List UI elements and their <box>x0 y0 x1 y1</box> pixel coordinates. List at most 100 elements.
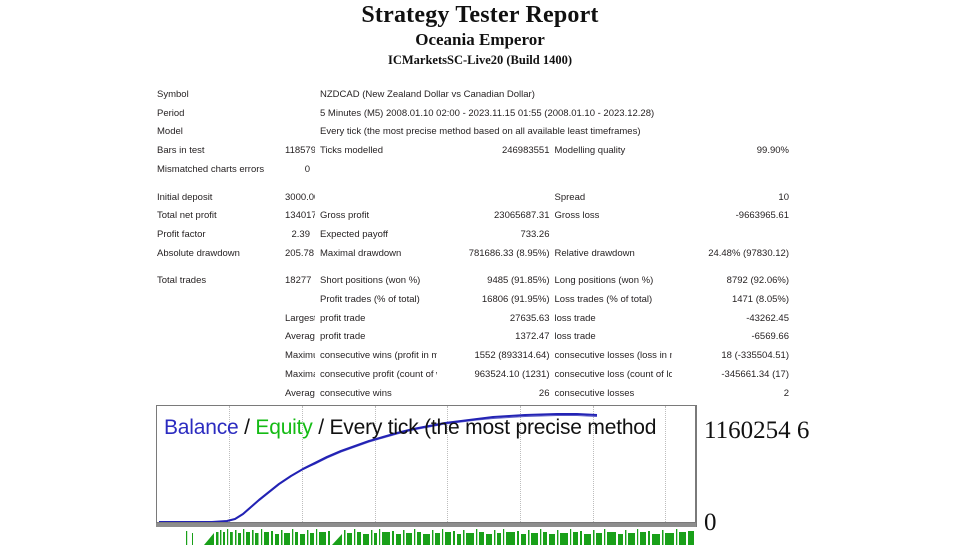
symbol-value: NZDCAD (New Zealand Dollar vs Canadian D… <box>320 89 535 100</box>
initial-deposit-value: 3000.00 <box>285 191 315 203</box>
maximal-consecutive-profit-label: consecutive profit (count of wins) <box>320 368 437 380</box>
max-consecutive-wins-label: consecutive wins (profit in money) <box>320 350 438 362</box>
profit-factor-value: 2.39 <box>291 228 311 240</box>
bars-in-test-label: Bars in test <box>157 145 205 157</box>
expected-payoff-value: 733.26 <box>520 228 550 240</box>
period-value: 5 Minutes (M5) 2008.01.10 02:00 - 2023.1… <box>320 107 655 119</box>
chart-legend-sep-2: / <box>312 416 330 439</box>
expected-payoff-label: Expected payoff <box>320 228 388 240</box>
table-row: Total net profit 13401721.69 Gross profi… <box>157 207 789 226</box>
y-axis-zero-label: 0 <box>704 509 717 536</box>
relative-drawdown-label: Relative drawdown <box>554 247 635 259</box>
maximal-consecutive-loss-label: consecutive loss (count of losses) <box>554 368 672 380</box>
total-net-profit-value: 13401721.69 <box>285 210 315 222</box>
avg-consecutive-wins-value: 26 <box>538 387 550 399</box>
gross-loss-label: Gross loss <box>554 210 600 222</box>
chart-legend-balance: Balance <box>164 416 239 439</box>
max-consecutive-losses-value: 18 (-335504.51) <box>721 350 789 362</box>
symbol-label: Symbol <box>157 89 189 100</box>
largest-profit-trade-value: 27635.63 <box>509 312 550 324</box>
table-row: Profit trades (% of total) 16806 (91.95%… <box>157 291 789 310</box>
average-loss-trade-label: loss trade <box>554 331 596 343</box>
loss-trades-value: 1471 (8.05%) <box>731 294 789 306</box>
max-consecutive-losses-label: consecutive losses (loss in money) <box>554 350 672 362</box>
server-build: ICMarketsSC-Live20 (Build 1400) <box>387 53 573 67</box>
chart-title: Balance / Equity / Every tick (the most … <box>164 415 656 440</box>
maximal-consecutive-profit-value: 963524.10 (1231) <box>474 368 550 380</box>
table-row: Initial deposit 3000.00 Spread 10 <box>157 189 789 208</box>
average-profit-trade-value: 1372.47 <box>515 331 550 343</box>
largest-loss-trade-value: -43262.45 <box>746 312 789 324</box>
maximal-drawdown-label: Maximal drawdown <box>320 247 402 259</box>
table-row: Largest profit trade 27635.63 loss trade… <box>157 310 789 329</box>
table-row: Total trades 18277 Short positions (won … <box>157 272 789 291</box>
table-row: Bars in test 1185794 Ticks modelled 2469… <box>157 142 789 161</box>
avg-consecutive-losses-label: consecutive losses <box>554 387 635 399</box>
relative-drawdown-value: 24.48% (97830.12) <box>708 247 789 259</box>
modelling-quality-label: Modelling quality <box>554 145 626 157</box>
gross-profit-value: 23065687.31 <box>494 210 550 222</box>
gross-loss-value: -9663965.61 <box>735 210 789 222</box>
average-consec-label: Average <box>285 387 315 399</box>
largest-profit-trade-label: profit trade <box>320 312 366 324</box>
table-row: Period 5 Minutes (M5) 2008.01.10 02:00 -… <box>157 105 789 124</box>
y-axis-max-label: 1160254 6 <box>704 417 810 444</box>
mismatched-errors-label: Mismatched charts errors <box>157 163 265 175</box>
report-grid: Symbol NZDCAD (New Zealand Dollar vs Can… <box>157 86 789 403</box>
avg-consecutive-wins-label: consecutive wins <box>320 387 392 399</box>
max-consecutive-wins-value: 1552 (893314.64) <box>474 350 550 362</box>
mismatched-errors-value: 0 <box>304 163 310 175</box>
long-positions-value: 8792 (92.06%) <box>726 275 789 287</box>
largest-loss-trade-label: loss trade <box>554 312 596 324</box>
table-row: Maximal consecutive profit (count of win… <box>157 366 789 385</box>
total-trades-value: 18277 <box>285 275 312 287</box>
profit-trades-value: 16806 (91.95%) <box>481 294 550 306</box>
report-table: Symbol NZDCAD (New Zealand Dollar vs Can… <box>157 86 789 403</box>
short-positions-value: 9485 (91.85%) <box>487 275 550 287</box>
absolute-drawdown-value: 205.78 <box>285 247 315 259</box>
trade-bars-strip <box>156 527 696 545</box>
model-label: Model <box>157 126 183 138</box>
modelling-quality-value: 99.90% <box>756 145 789 157</box>
balance-equity-chart: Balance / Equity / Every tick (the most … <box>156 405 960 545</box>
profit-factor-label: Profit factor <box>157 228 206 240</box>
table-row: Mismatched charts errors 0 <box>157 161 789 180</box>
trade-bars <box>186 529 694 545</box>
spread-label: Spread <box>554 191 586 203</box>
gross-profit-label: Gross profit <box>320 210 370 222</box>
short-positions-label: Short positions (won %) <box>320 275 421 287</box>
total-trades-label: Total trades <box>157 275 207 287</box>
table-row: Average profit trade 1372.47 loss trade … <box>157 328 789 347</box>
maximal-consecutive-loss-value: -345661.34 (17) <box>721 368 789 380</box>
largest-label: Largest <box>285 312 315 324</box>
total-net-profit-label: Total net profit <box>157 210 217 222</box>
row-spacer <box>157 263 789 272</box>
table-row: Profit factor 2.39 Expected payoff 733.2… <box>157 226 789 245</box>
strategy-tester-report-page: Strategy Tester Report Oceania Emperor I… <box>0 0 960 545</box>
chart-right-axis <box>695 405 697 527</box>
chart-legend-model: Every tick (the most precise method <box>329 416 657 439</box>
loss-trades-label: Loss trades (% of total) <box>554 294 653 306</box>
maximal-drawdown-value: 781686.33 (8.95%) <box>468 247 550 259</box>
table-row: Maximum consecutive wins (profit in mone… <box>157 347 789 366</box>
row-spacer <box>157 180 789 189</box>
avg-consecutive-losses-value: 2 <box>783 387 789 399</box>
average-loss-trade-value: -6569.66 <box>751 331 789 343</box>
ticks-modelled-label: Ticks modelled <box>320 145 384 157</box>
absolute-drawdown-label: Absolute drawdown <box>157 247 240 259</box>
initial-deposit-label: Initial deposit <box>157 191 213 203</box>
maximum-label: Maximum <box>285 350 315 362</box>
table-row: Absolute drawdown 205.78 Maximal drawdow… <box>157 245 789 264</box>
table-row: Average consecutive wins 26 consecutive … <box>157 385 789 404</box>
chart-legend-equity: Equity <box>255 416 313 439</box>
profit-trades-label: Profit trades (% of total) <box>320 294 420 306</box>
average-profit-trade-label: profit trade <box>320 331 366 343</box>
average-label: Average <box>285 331 315 343</box>
ticks-modelled-value: 246983551 <box>501 145 550 157</box>
table-row: Model Every tick (the most precise metho… <box>157 123 789 142</box>
bars-in-test-value: 1185794 <box>285 145 315 157</box>
period-label: Period <box>157 107 185 119</box>
table-row: Symbol NZDCAD (New Zealand Dollar vs Can… <box>157 86 789 105</box>
page-title: Strategy Tester Report <box>361 2 599 28</box>
expert-name: Oceania Emperor <box>415 30 545 49</box>
